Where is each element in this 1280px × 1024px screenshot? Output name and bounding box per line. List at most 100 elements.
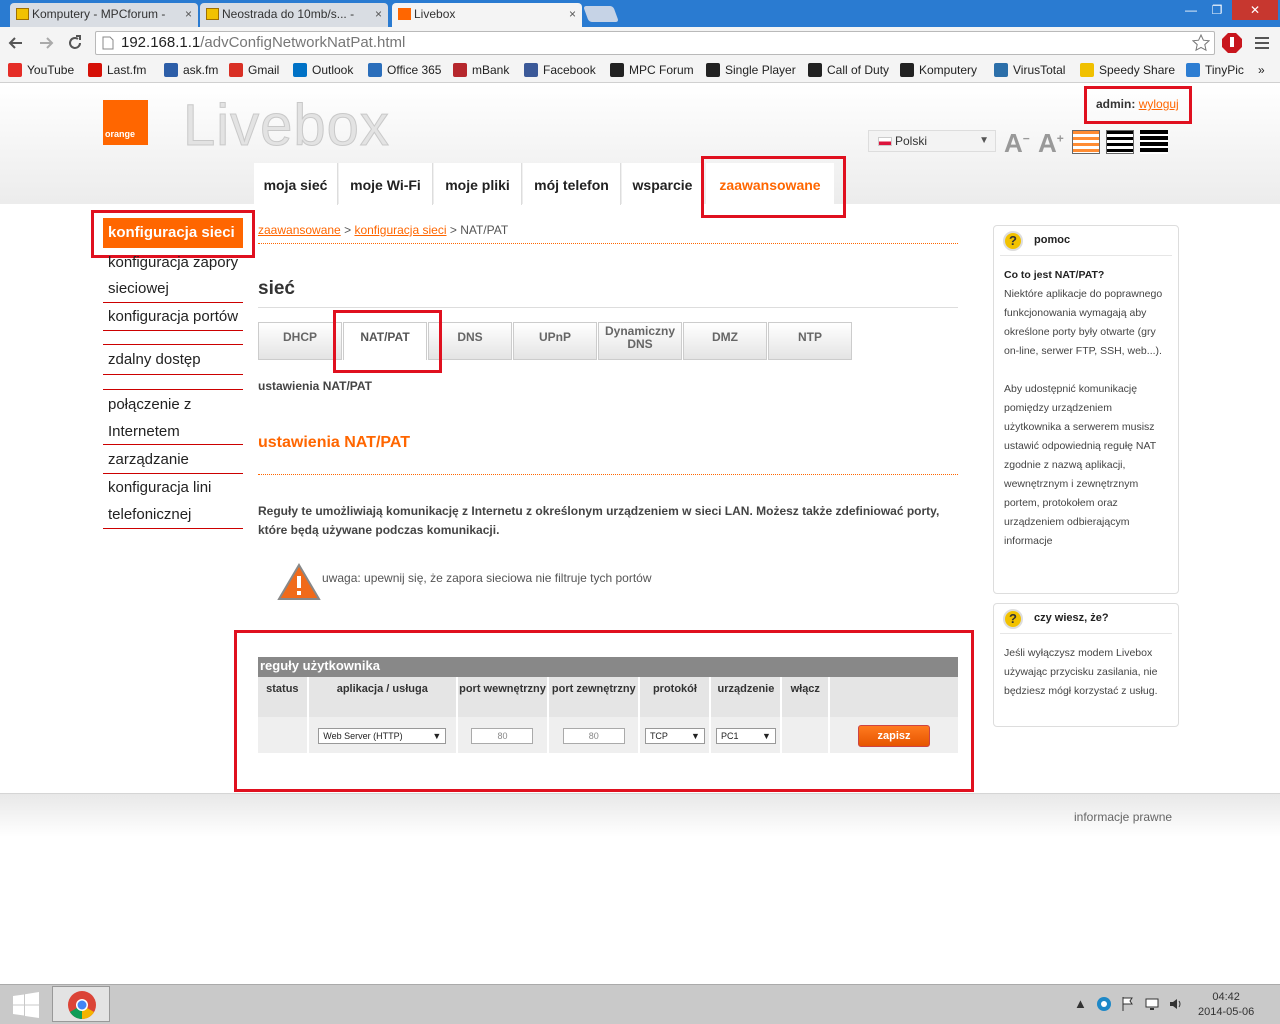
tab-ntp[interactable]: NTP — [768, 322, 852, 360]
windows-start-icon[interactable] — [12, 992, 40, 1018]
nav-moja-siec[interactable]: moja sieć — [254, 163, 338, 205]
clock[interactable]: 04:42 2014-05-06 — [1198, 990, 1254, 1020]
ie-icon[interactable] — [1096, 996, 1112, 1012]
bookmark-item[interactable]: ask.fm — [164, 62, 218, 78]
contrast-high-button[interactable] — [1140, 130, 1168, 154]
font-smaller-label: A — [1004, 128, 1023, 158]
left-menu-item[interactable]: zarządzanie — [103, 446, 243, 474]
bookmark-item[interactable]: Single Player — [706, 62, 796, 78]
bookmark-label: Last.fm — [107, 63, 147, 77]
breadcrumb-link[interactable]: zaawansowane — [258, 223, 341, 237]
nav-moje-wifi[interactable]: moje Wi-Fi — [339, 163, 433, 205]
browser-tab-title: Livebox — [414, 7, 456, 21]
font-larger-label: A — [1038, 128, 1057, 158]
forward-icon[interactable] — [38, 35, 54, 51]
volume-icon[interactable] — [1168, 996, 1184, 1012]
left-menu-item[interactable]: konfiguracja lini telefonicznej — [103, 474, 243, 529]
bookmark-item[interactable]: MPC Forum — [610, 62, 694, 78]
tab-dynamiczny-dns[interactable]: Dynamiczny DNS — [598, 322, 682, 360]
breadcrumb-link[interactable]: konfiguracja sieci — [354, 223, 446, 237]
bookmark-item[interactable]: Last.fm — [88, 62, 146, 78]
left-menu-item[interactable]: konfiguracja zapory sieciowej — [103, 250, 243, 303]
font-smaller-button[interactable]: A− — [1004, 128, 1030, 159]
internal-port-input[interactable]: 80 — [471, 727, 534, 744]
left-menu-item[interactable]: zdalny dostęp — [103, 346, 243, 375]
close-window-button[interactable]: ✕ — [1232, 0, 1278, 20]
star-icon[interactable] — [1192, 34, 1210, 52]
page-icon — [102, 36, 114, 50]
tab-upnp[interactable]: UPnP — [513, 322, 597, 360]
help-question: Co to jest NAT/PAT? — [1004, 269, 1105, 281]
save-button[interactable]: zapisz — [858, 724, 931, 747]
section-title: ustawienia NAT/PAT — [258, 434, 411, 451]
bookmark-item[interactable]: Office 365 — [368, 62, 441, 78]
bookmarks-more[interactable]: » — [1258, 62, 1265, 78]
tab-dmz[interactable]: DMZ — [683, 322, 767, 360]
highlight-box — [701, 156, 846, 218]
device-select[interactable]: PC1 ▼ — [715, 727, 776, 744]
close-icon[interactable]: × — [569, 3, 576, 25]
clock-date: 2014-05-06 — [1198, 1006, 1255, 1018]
bookmark-item[interactable]: Call of Duty — [808, 62, 889, 78]
menu-icon[interactable] — [1254, 35, 1270, 51]
contrast-black-white-button[interactable] — [1106, 130, 1134, 154]
maximize-button[interactable]: ❐ — [1206, 0, 1228, 20]
browser-tab[interactable]: Komputery - MPCforum - × — [10, 3, 198, 27]
adblock-icon[interactable] — [1222, 33, 1242, 53]
bookmark-item[interactable]: mBank — [453, 62, 509, 78]
bookmark-item[interactable]: TinyPic — [1186, 62, 1244, 78]
left-menu-item[interactable]: połączenie z Internetem — [103, 391, 243, 445]
nav-wsparcie[interactable]: wsparcie — [622, 163, 704, 205]
bookmark-item[interactable]: Speedy Share — [1080, 62, 1175, 78]
bookmark-item[interactable]: VirusTotal — [994, 62, 1065, 78]
nav-moje-pliki[interactable]: moje pliki — [434, 163, 522, 205]
close-icon[interactable]: × — [185, 3, 192, 25]
breadcrumb: zaawansowane > konfiguracja sieci > NAT/… — [258, 223, 508, 237]
chrome-icon — [68, 991, 96, 1019]
external-port-input[interactable]: 80 — [562, 727, 625, 744]
contrast-orange-button[interactable] — [1072, 130, 1100, 154]
new-tab-button[interactable] — [583, 6, 619, 22]
protocol-select[interactable]: TCP ▼ — [644, 727, 705, 744]
help-paragraph: Niektóre aplikacje do poprawnego funkcjo… — [1004, 288, 1163, 357]
left-menu-item[interactable]: konfiguracja portów — [103, 303, 243, 331]
chevron-down-icon: ▼ — [691, 730, 700, 741]
reload-icon[interactable] — [66, 34, 84, 52]
browser-tab-active[interactable]: Livebox × — [392, 3, 582, 27]
bookmark-item[interactable]: YouTube — [8, 62, 74, 78]
column-header: port wewnętrzny — [457, 677, 548, 717]
nav-moj-telefon[interactable]: mój telefon — [523, 163, 621, 205]
network-icon[interactable] — [1144, 996, 1160, 1012]
bookmark-icon — [1080, 63, 1094, 77]
bookmark-label: Outlook — [312, 63, 354, 77]
legal-link[interactable]: informacje prawne — [1074, 810, 1172, 824]
poland-flag-icon — [878, 137, 892, 146]
bookmark-label: TinyPic — [1205, 63, 1244, 77]
logout-link[interactable]: wyloguj — [1139, 97, 1179, 111]
back-icon[interactable] — [8, 35, 24, 51]
close-icon[interactable]: × — [375, 3, 382, 25]
warning-text: uwaga: upewnij się, że zapora sieciowa n… — [322, 571, 652, 585]
address-bar[interactable]: 192.168.1.1/advConfigNetworkNatPat.html — [95, 31, 1215, 55]
minimize-button[interactable]: — — [1180, 0, 1202, 20]
description: Reguły te umożliwiają komunikację z Inte… — [258, 504, 940, 537]
tray-arrow-icon[interactable]: ▲ — [1074, 996, 1087, 1011]
rules-table: status aplikacja / usługa port wewnętrzn… — [256, 677, 960, 753]
orange-logo[interactable]: orange — [103, 100, 148, 145]
font-larger-button[interactable]: A+ — [1038, 128, 1064, 159]
bookmark-item[interactable]: Komputery — [900, 62, 977, 78]
tab-dhcp[interactable]: DHCP — [258, 322, 342, 360]
language-select[interactable]: Polski ▼ — [868, 130, 996, 152]
livebox-brand: Livebox — [183, 93, 390, 159]
flag-icon[interactable] — [1120, 996, 1136, 1012]
column-header: aplikacja / usługa — [308, 677, 456, 717]
chrome-taskbar-button[interactable] — [52, 986, 110, 1022]
question-icon: ? — [1003, 231, 1023, 251]
bookmark-label: Komputery — [919, 63, 978, 77]
browser-tab[interactable]: Neostrada do 10mb/s... - × — [200, 3, 388, 27]
bookmark-item[interactable]: Gmail — [229, 62, 279, 78]
bookmark-item[interactable]: Outlook — [293, 62, 353, 78]
breadcrumb-separator: > — [344, 223, 352, 237]
bookmark-item[interactable]: Facebook — [524, 62, 596, 78]
application-select[interactable]: Web Server (HTTP) ▼ — [318, 727, 447, 744]
